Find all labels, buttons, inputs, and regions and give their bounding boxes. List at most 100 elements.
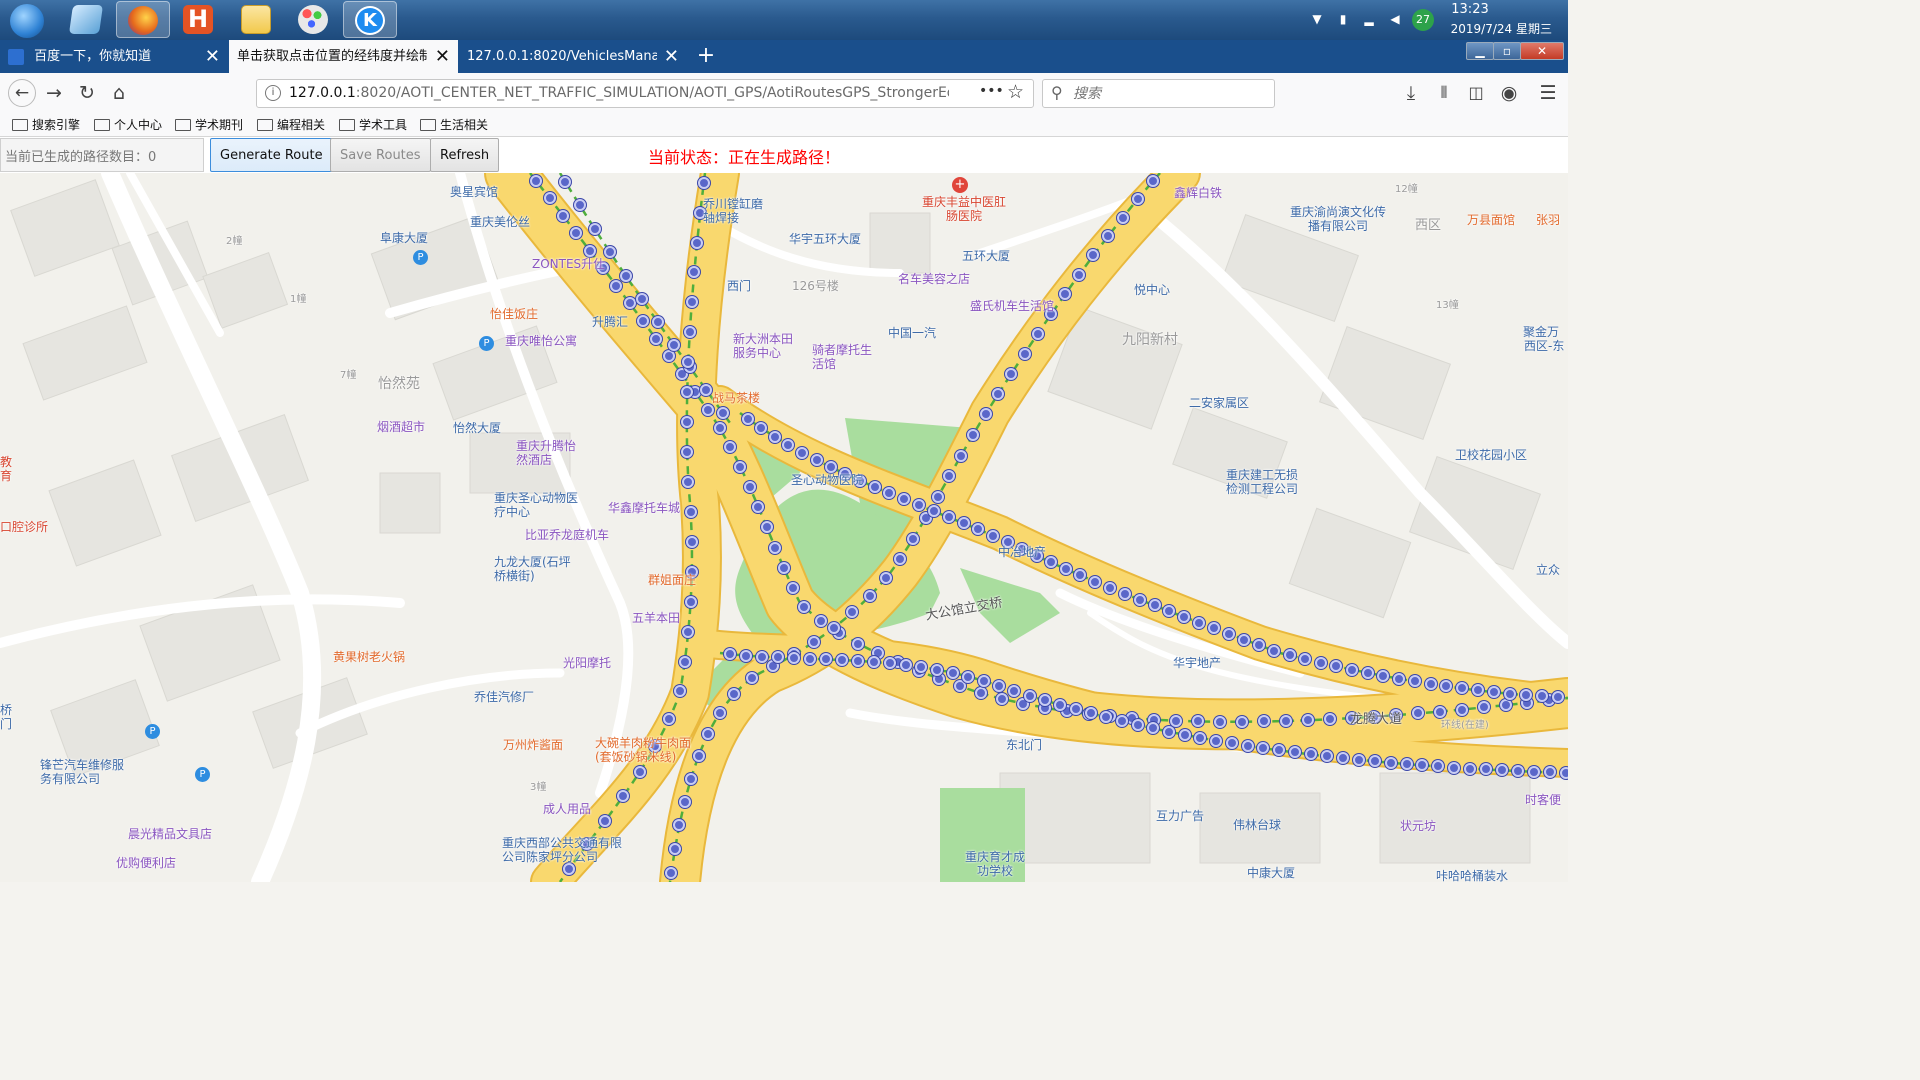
map-label[interactable]: 优购便利店 — [116, 856, 176, 870]
bookmark-folder[interactable]: 学术期刊 — [175, 116, 243, 134]
route-point-marker[interactable] — [685, 772, 697, 785]
route-point-marker[interactable] — [1560, 766, 1568, 779]
map-label[interactable]: 黄果树老火锅 — [333, 650, 405, 664]
map-label[interactable]: 万州炸酱面 — [503, 738, 563, 752]
search-box[interactable]: ⚲ — [1042, 79, 1275, 108]
route-point-marker[interactable] — [1118, 587, 1131, 600]
map-label[interactable]: 伟林台球 — [1233, 818, 1281, 832]
parking-icon[interactable]: P — [479, 336, 494, 351]
bookmark-folder[interactable]: 编程相关 — [257, 116, 325, 134]
map-label[interactable]: 时客便 — [1525, 793, 1561, 807]
home-button[interactable]: ⌂ — [107, 81, 131, 105]
map-label[interactable]: 重庆升腾怡然酒店 — [516, 439, 576, 467]
map-label[interactable]: 桥门 — [0, 703, 20, 731]
parking-icon[interactable]: P — [145, 724, 160, 739]
map-label[interactable]: 怡佳饭庄 — [490, 307, 538, 321]
map-label[interactable]: 12幢 — [1395, 183, 1418, 197]
route-point-marker[interactable] — [633, 765, 646, 778]
route-point-marker[interactable] — [742, 412, 755, 425]
route-point-marker[interactable] — [946, 666, 959, 679]
generate-route-button[interactable]: Generate Route — [210, 138, 333, 172]
route-point-marker[interactable] — [680, 416, 693, 429]
route-point-marker[interactable] — [1393, 672, 1406, 685]
route-point-marker[interactable] — [1455, 703, 1468, 716]
start-button[interactable] — [2, 1, 56, 38]
route-point-marker[interactable] — [1424, 677, 1437, 690]
back-button[interactable]: ← — [8, 79, 36, 107]
map-road-label[interactable]: 龙腾大道 — [1350, 713, 1402, 727]
route-point-marker[interactable] — [583, 244, 596, 257]
bookmark-folder[interactable]: 搜索引擎 — [12, 116, 80, 134]
route-point-marker[interactable] — [1170, 714, 1183, 727]
tab-baidu[interactable]: 百度一下，你就知道 ✕ — [0, 40, 228, 73]
map-label[interactable]: 阜康大厦 — [380, 231, 428, 245]
route-point-marker[interactable] — [974, 687, 987, 700]
route-point-marker[interactable] — [931, 491, 944, 504]
map-label[interactable]: 骑者摩托生活馆 — [812, 343, 882, 371]
route-point-marker[interactable] — [942, 511, 955, 524]
map-label[interactable]: 华宇地产 — [1173, 656, 1221, 670]
tab-close-icon[interactable]: ✕ — [435, 40, 450, 73]
route-point-marker[interactable] — [1236, 715, 1249, 728]
forward-button[interactable]: → — [42, 81, 66, 105]
route-point-marker[interactable] — [995, 692, 1008, 705]
route-point-marker[interactable] — [1336, 752, 1349, 765]
map-label[interactable]: 西门 — [727, 279, 751, 293]
map-label[interactable]: 圣心动物医院 — [791, 473, 863, 487]
map-label[interactable]: 新大洲本田服务中心 — [733, 332, 803, 360]
route-point-marker[interactable] — [636, 314, 649, 327]
route-point-marker[interactable] — [716, 406, 729, 419]
map-label[interactable]: 立众 — [1536, 563, 1560, 577]
route-point-marker[interactable] — [1162, 725, 1175, 738]
map-label[interactable]: 锋芒汽车维修服务有限公司 — [40, 758, 126, 786]
map-label[interactable]: 光阳摩托 — [563, 656, 611, 670]
search-input[interactable] — [1073, 84, 1268, 104]
hospital-icon[interactable]: + — [952, 177, 968, 193]
route-point-marker[interactable] — [977, 675, 990, 687]
taskbar-app-hbuilder[interactable]: H — [172, 1, 226, 38]
volume-icon[interactable]: ◀ — [1388, 12, 1402, 26]
route-point-marker[interactable] — [739, 649, 752, 662]
route-point-marker[interactable] — [803, 652, 816, 665]
map-label[interactable]: 1幢 — [290, 293, 306, 307]
map-label[interactable]: 张羽 — [1536, 213, 1560, 227]
route-point-marker[interactable] — [697, 176, 710, 189]
tab-route-generator[interactable]: 单击获取点击位置的经纬度并绘制扩 ✕ — [229, 40, 458, 73]
map-label[interactable]: 重庆圣心动物医疗中心 — [494, 491, 580, 519]
map-label[interactable]: 3幢 — [530, 781, 546, 795]
map-label[interactable]: 华鑫摩托车城 — [608, 501, 680, 515]
library-icon[interactable]: ⫴ — [1432, 81, 1456, 105]
map-label[interactable]: 126号楼 — [792, 279, 839, 293]
map-label[interactable]: 九龙大厦(石坪桥横街) — [494, 555, 574, 583]
map-label[interactable]: 卫校花园小区 — [1455, 448, 1527, 462]
route-point-marker[interactable] — [713, 707, 726, 720]
map-label[interactable]: 晨光精品文具店 — [128, 827, 212, 841]
map-label[interactable]: 咔哈哈桶装水 — [1436, 869, 1508, 882]
map-canvas[interactable]: 奥星宾馆 重庆美伦丝 阜康大厦 ZONTES升仕 怡佳饭庄 升腾汇 重庆唯怡公寓… — [0, 173, 1568, 882]
route-point-marker[interactable] — [559, 175, 572, 188]
bookmark-folder[interactable]: 个人中心 — [94, 116, 162, 134]
route-point-marker[interactable] — [883, 657, 896, 670]
map-label[interactable]: 7幢 — [340, 369, 356, 383]
route-point-marker[interactable] — [1069, 703, 1082, 716]
route-point-marker[interactable] — [1345, 663, 1358, 676]
map-label[interactable]: 东北门 — [1006, 738, 1042, 752]
route-point-marker[interactable] — [879, 572, 892, 585]
route-point-marker[interactable] — [769, 541, 782, 554]
map-label[interactable]: 重庆渝尚演文化传播有限公司 — [1290, 205, 1386, 233]
route-point-marker[interactable] — [691, 236, 704, 249]
route-point-marker[interactable] — [987, 529, 1000, 542]
route-point-marker[interactable] — [1384, 756, 1397, 769]
route-point-marker[interactable] — [651, 315, 664, 328]
route-point-marker[interactable] — [1089, 575, 1102, 588]
map-label[interactable]: 教育 — [0, 455, 18, 483]
route-point-marker[interactable] — [907, 532, 920, 545]
close-window-button[interactable]: ✕ — [1520, 42, 1564, 60]
tab-close-icon[interactable]: ✕ — [205, 40, 220, 73]
route-point-marker[interactable] — [797, 600, 810, 613]
route-point-marker[interactable] — [588, 223, 601, 236]
map-label[interactable]: 重庆唯怡公寓 — [505, 334, 577, 348]
route-point-marker[interactable] — [1400, 758, 1413, 771]
map-label[interactable]: 互力广告 — [1156, 809, 1204, 823]
route-point-marker[interactable] — [835, 654, 848, 667]
